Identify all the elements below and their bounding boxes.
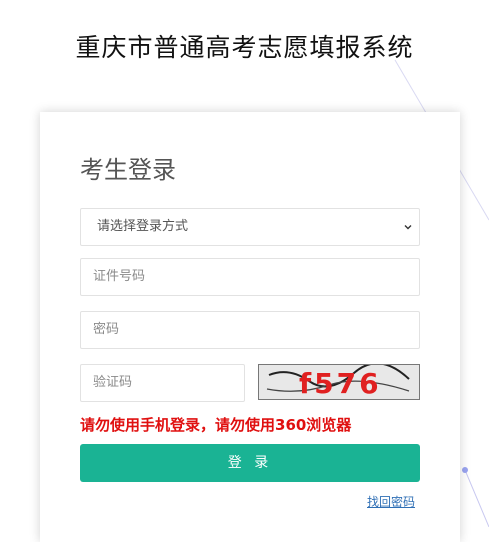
password-input[interactable]: 密码 <box>80 311 420 349</box>
login-button[interactable]: 登 录 <box>80 444 420 482</box>
chevron-down-icon <box>404 225 412 230</box>
login-method-selected-value: 请选择登录方式 <box>97 219 189 234</box>
find-password-link[interactable]: 找回密码 <box>367 493 415 510</box>
captcha-input[interactable]: 验证码 <box>80 364 245 402</box>
captcha-image-graphic: f576 <box>259 362 419 400</box>
login-card-title: 考生登录 <box>80 156 176 184</box>
login-card: 考生登录 请选择登录方式 证件号码 密码 验证码 f576 请勿使用手机登录，请… <box>40 112 460 542</box>
captcha-placeholder: 验证码 <box>93 375 133 390</box>
captcha-image[interactable]: f576 <box>258 362 420 400</box>
password-placeholder: 密码 <box>93 322 120 337</box>
captcha-text: f576 <box>299 367 382 399</box>
id-number-placeholder: 证件号码 <box>93 269 146 284</box>
login-method-select[interactable]: 请选择登录方式 <box>80 208 420 246</box>
page-title: 重庆市普通高考志愿填报系统 <box>75 33 414 62</box>
id-number-input[interactable]: 证件号码 <box>80 258 420 296</box>
browser-warning: 请勿使用手机登录，请勿使用360浏览器 <box>80 416 352 434</box>
